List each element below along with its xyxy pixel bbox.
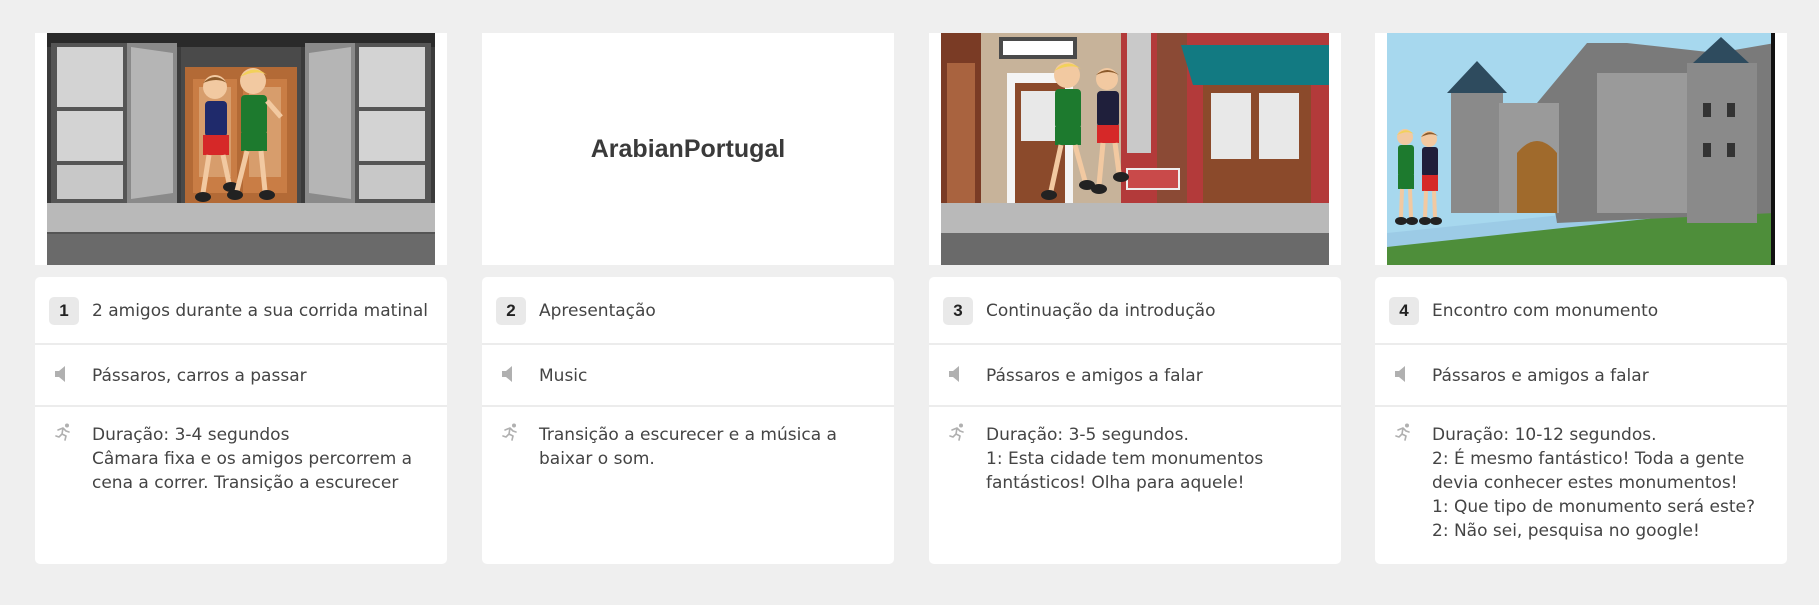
- cell-number-badge: 2: [496, 297, 526, 325]
- running-person-icon: [1395, 423, 1413, 445]
- scene-title-text: ArabianPortugal: [590, 134, 786, 163]
- storyboard-column-1: 1 2 amigos durante a sua corrida matinal…: [35, 33, 447, 564]
- cell-audio-row[interactable]: Music: [482, 345, 894, 407]
- cell-card-3: 3 Continuação da introdução Pássaros e a…: [929, 277, 1341, 564]
- cell-title: Continuação da introdução: [986, 301, 1216, 321]
- shop-window-scene: [47, 33, 435, 265]
- cell-notes-row[interactable]: Transição a escurecer e a música a baixa…: [482, 407, 894, 564]
- cell-notes-text: Transição a escurecer e a música a baixa…: [539, 425, 837, 469]
- cell-title: Apresentação: [539, 301, 656, 321]
- speaker-icon: [55, 366, 69, 386]
- scene-image-4[interactable]: [1375, 33, 1787, 265]
- cell-audio-text: Pássaros, carros a passar: [92, 366, 307, 386]
- running-person-icon: [55, 423, 73, 445]
- cell-card-4: 4 Encontro com monumento Pássaros e amig…: [1375, 277, 1787, 564]
- cell-number-badge: 1: [49, 297, 79, 325]
- storyboard-column-4: 4 Encontro com monumento Pássaros e amig…: [1375, 33, 1787, 564]
- cell-audio-row[interactable]: Pássaros, carros a passar: [35, 345, 447, 407]
- cell-notes-row[interactable]: Duração: 10-12 segundos. 2: É mesmo fant…: [1375, 407, 1787, 564]
- cell-card-2: 2 Apresentação Music Transição a escurec…: [482, 277, 894, 564]
- storyboard: 1 2 amigos durante a sua corrida matinal…: [0, 0, 1819, 605]
- cell-notes-text: Duração: 3-5 segundos. 1: Esta cidade te…: [986, 425, 1264, 493]
- scene-image-3[interactable]: [929, 33, 1341, 265]
- cell-notes-row[interactable]: Duração: 3-5 segundos. 1: Esta cidade te…: [929, 407, 1341, 564]
- cell-audio-text: Pássaros e amigos a falar: [986, 366, 1203, 386]
- cell-title-row[interactable]: 3 Continuação da introdução: [929, 277, 1341, 345]
- storyboard-column-2: ArabianPortugal 2 Apresentação Music Tra…: [482, 33, 894, 564]
- running-person-icon: [502, 423, 520, 445]
- storyboard-column-3: 3 Continuação da introdução Pássaros e a…: [929, 33, 1341, 564]
- cell-notes-row[interactable]: Duração: 3-4 segundos Câmara fixa e os a…: [35, 407, 447, 564]
- cell-title-row[interactable]: 2 Apresentação: [482, 277, 894, 345]
- scene-image-2[interactable]: ArabianPortugal: [482, 33, 894, 265]
- cell-card-1: 1 2 amigos durante a sua corrida matinal…: [35, 277, 447, 564]
- cell-notes-text: Duração: 10-12 segundos. 2: É mesmo fant…: [1432, 425, 1755, 541]
- cell-title-row[interactable]: 1 2 amigos durante a sua corrida matinal: [35, 277, 447, 345]
- cell-audio-text: Pássaros e amigos a falar: [1432, 366, 1649, 386]
- cell-title: 2 amigos durante a sua corrida matinal: [92, 301, 428, 321]
- castle-scene: [1387, 33, 1775, 265]
- speaker-icon: [1395, 366, 1409, 386]
- cell-notes-text: Duração: 3-4 segundos Câmara fixa e os a…: [92, 425, 413, 493]
- cell-audio-text: Music: [539, 366, 588, 386]
- speaker-icon: [949, 366, 963, 386]
- speaker-icon: [502, 366, 516, 386]
- street-scene: [941, 33, 1329, 265]
- cell-title-row[interactable]: 4 Encontro com monumento: [1375, 277, 1787, 345]
- cell-number-badge: 4: [1389, 297, 1419, 325]
- cell-title: Encontro com monumento: [1432, 301, 1659, 321]
- scene-image-1[interactable]: [35, 33, 447, 265]
- cell-number-badge: 3: [943, 297, 973, 325]
- cell-audio-row[interactable]: Pássaros e amigos a falar: [929, 345, 1341, 407]
- cell-audio-row[interactable]: Pássaros e amigos a falar: [1375, 345, 1787, 407]
- running-person-icon: [949, 423, 967, 445]
